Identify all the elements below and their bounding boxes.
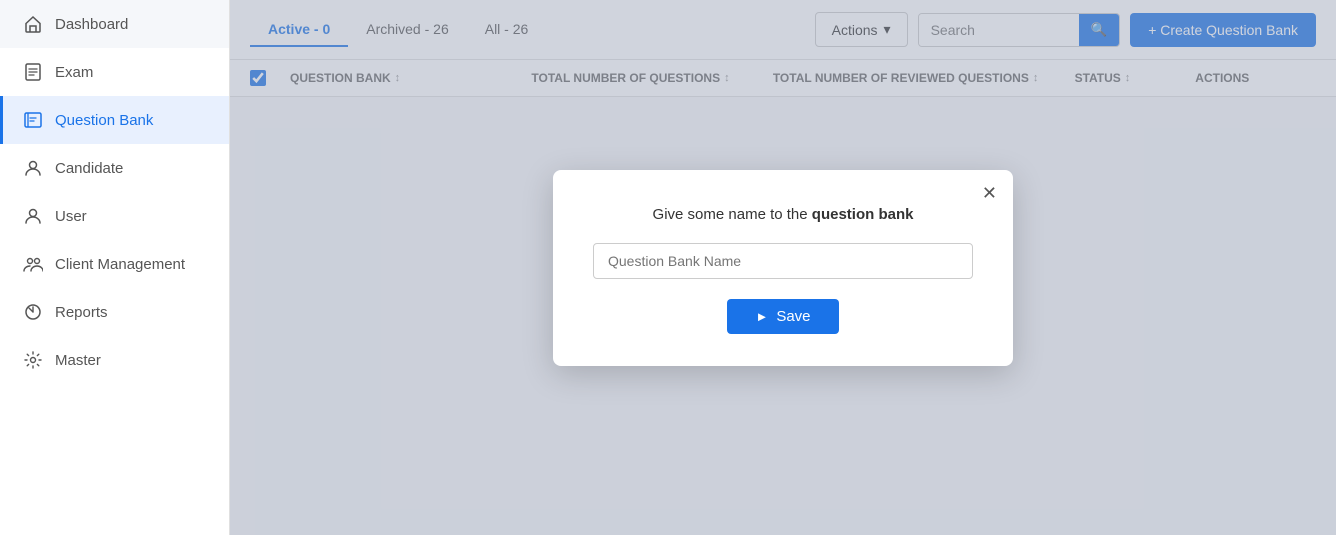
sidebar: Dashboard Exam Question Bank Candid (0, 0, 230, 535)
modal-save-button[interactable]: ► Save (727, 299, 838, 334)
candidate-icon (23, 158, 43, 178)
home-icon (23, 14, 43, 34)
question-bank-icon (23, 110, 43, 130)
client-icon (23, 254, 43, 274)
master-icon (23, 350, 43, 370)
sidebar-item-label: Reports (55, 304, 108, 321)
modal-title-bold: question bank (812, 206, 914, 223)
create-question-bank-modal: ✕ Give some name to the question bank ► … (553, 170, 1013, 366)
sidebar-item-label: Candidate (55, 160, 123, 177)
sidebar-item-reports[interactable]: Reports (0, 288, 229, 336)
sidebar-item-label: Master (55, 352, 101, 369)
arrow-right-icon: ► (755, 309, 768, 324)
modal-overlay: ✕ Give some name to the question bank ► … (230, 0, 1336, 535)
sidebar-item-question-bank[interactable]: Question Bank (0, 96, 229, 144)
sidebar-item-label: Exam (55, 64, 93, 81)
modal-title: Give some name to the question bank (653, 206, 914, 223)
sidebar-item-exam[interactable]: Exam (0, 48, 229, 96)
sidebar-item-master[interactable]: Master (0, 336, 229, 384)
sidebar-item-label: Question Bank (55, 112, 153, 129)
save-label: Save (776, 308, 810, 325)
reports-icon (23, 302, 43, 322)
main-content: Active - 0 Archived - 26 All - 26 Action… (230, 0, 1336, 535)
sidebar-item-label: Dashboard (55, 16, 128, 33)
user-icon (23, 206, 43, 226)
sidebar-item-label: User (55, 208, 87, 225)
sidebar-item-client-management[interactable]: Client Management (0, 240, 229, 288)
sidebar-item-dashboard[interactable]: Dashboard (0, 0, 229, 48)
sidebar-item-label: Client Management (55, 256, 185, 273)
modal-close-button[interactable]: ✕ (982, 184, 997, 202)
sidebar-item-user[interactable]: User (0, 192, 229, 240)
question-bank-name-input[interactable] (593, 243, 973, 279)
exam-icon (23, 62, 43, 82)
sidebar-item-candidate[interactable]: Candidate (0, 144, 229, 192)
